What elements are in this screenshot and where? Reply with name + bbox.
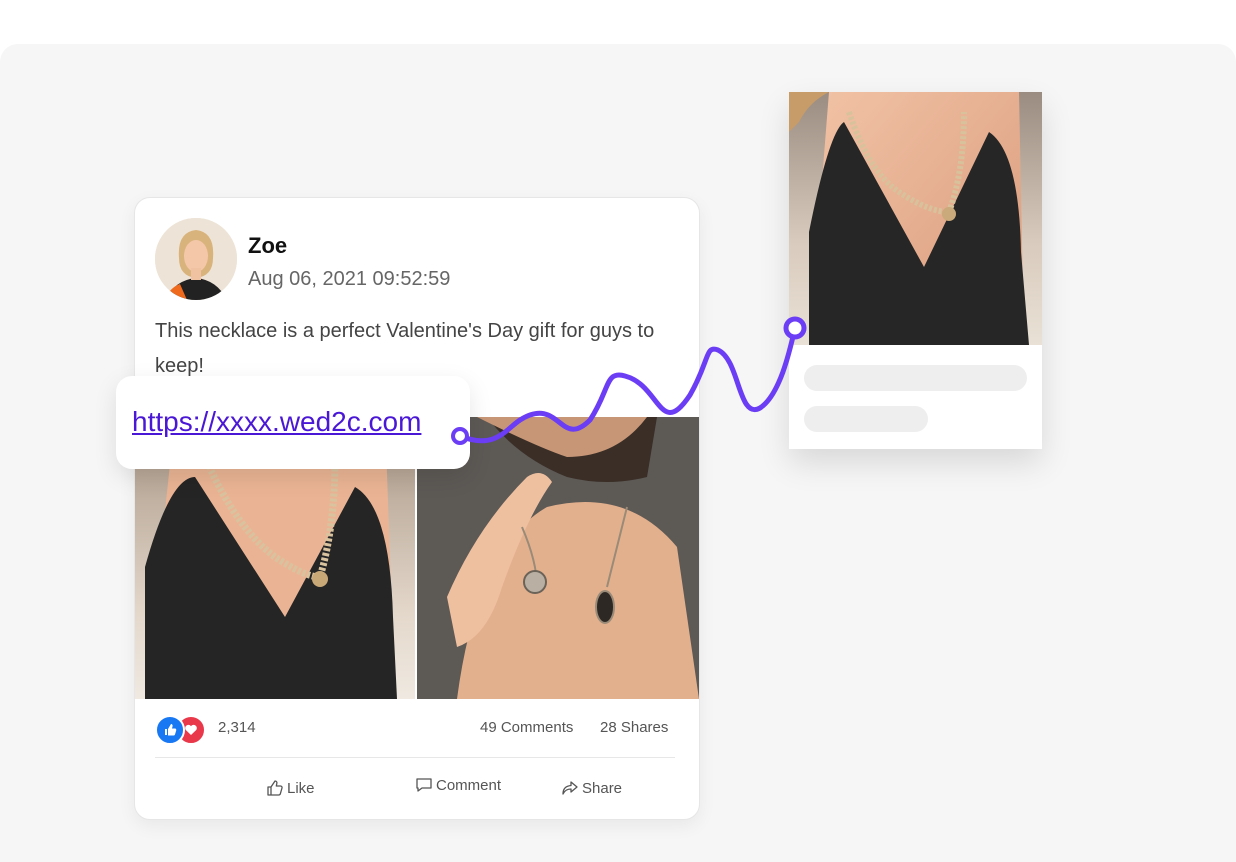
avatar[interactable] — [155, 218, 237, 300]
skeleton-line-subtitle — [804, 406, 928, 432]
share-label: Share — [582, 779, 623, 797]
comments-count[interactable]: 49 Comments — [480, 719, 573, 736]
link-popover: https://xxxx.wed2c.com — [116, 376, 470, 469]
like-label: Like — [287, 779, 315, 797]
speech-bubble-icon — [415, 776, 433, 794]
post-text: This necklace is a perfect Valentine's D… — [155, 320, 655, 377]
url-link[interactable]: https://xxxx.wed2c.com — [132, 406, 421, 438]
like-button[interactable]: Like — [266, 779, 315, 797]
comment-label: Comment — [436, 776, 502, 794]
share-arrow-icon — [561, 779, 579, 797]
post-timestamp: Aug 06, 2021 09:52:59 — [248, 268, 451, 290]
author-name[interactable]: Zoe — [248, 233, 287, 259]
thumbs-up-icon — [155, 715, 185, 745]
product-image — [789, 92, 1042, 345]
comment-button[interactable]: Comment — [415, 776, 501, 794]
product-preview-card[interactable] — [789, 92, 1042, 449]
divider — [155, 757, 675, 758]
social-post-card: Zoe Aug 06, 2021 09:52:59 This necklace … — [134, 197, 700, 820]
share-button[interactable]: Share — [561, 779, 622, 797]
skeleton-line-title — [804, 365, 1027, 391]
thumbs-up-outline-icon — [266, 779, 284, 797]
reaction-count: 2,314 — [218, 719, 256, 736]
shares-count[interactable]: 28 Shares — [600, 719, 668, 736]
